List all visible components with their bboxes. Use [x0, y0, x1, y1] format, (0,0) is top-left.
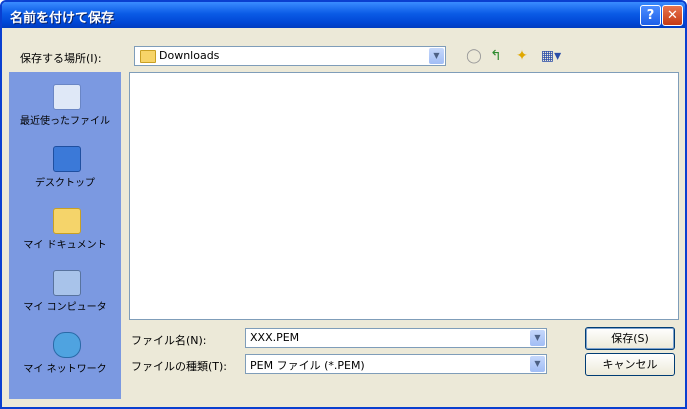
place-my-documents[interactable]: マイ ドキュメント — [9, 204, 121, 264]
up-folder-icon[interactable]: ↰ — [486, 46, 506, 66]
title-bar[interactable]: 名前を付けて保存 ? ✕ — [2, 2, 685, 28]
my-computer-icon — [53, 270, 81, 296]
help-button[interactable]: ? — [640, 5, 661, 26]
my-network-icon — [53, 332, 81, 358]
desktop-icon — [53, 146, 81, 172]
chevron-down-icon[interactable]: ▼ — [429, 48, 444, 64]
back-icon[interactable]: ◯ — [464, 46, 484, 66]
file-type-label: ファイルの種類(T): — [131, 360, 228, 373]
file-type-value: PEM ファイル (*.PEM) — [250, 359, 365, 372]
place-my-network[interactable]: マイ ネットワーク — [9, 328, 121, 388]
close-button[interactable]: ✕ — [662, 5, 683, 26]
place-label: マイ ドキュメント — [23, 240, 107, 251]
save-in-dropdown[interactable]: Downloads ▼ — [134, 46, 446, 66]
place-recent[interactable]: 最近使ったファイル — [9, 80, 121, 140]
save-as-dialog: 名前を付けて保存 ? ✕ 保存する場所(I): Downloads ▼ ◯ ↰ … — [0, 0, 687, 409]
place-label: デスクトップ — [35, 178, 95, 189]
file-type-dropdown[interactable]: PEM ファイル (*.PEM) ▼ — [245, 354, 547, 374]
place-label: 最近使ったファイル — [20, 116, 110, 127]
file-name-value: XXX.PEM — [250, 331, 300, 344]
window-title: 名前を付けて保存 — [10, 11, 115, 26]
new-folder-icon[interactable]: ✦ — [512, 46, 532, 66]
chevron-down-icon[interactable]: ▼ — [530, 356, 545, 372]
folder-icon — [140, 50, 156, 63]
file-list[interactable] — [129, 72, 679, 320]
file-name-label: ファイル名(N): — [131, 334, 207, 347]
save-button[interactable]: 保存(S) — [585, 327, 675, 350]
save-in-value: Downloads — [159, 49, 220, 62]
place-my-computer[interactable]: マイ コンピュータ — [9, 266, 121, 326]
places-bar: 最近使ったファイル デスクトップ マイ ドキュメント マイ コンピュータ マイ … — [9, 72, 121, 399]
chevron-down-icon[interactable]: ▼ — [530, 330, 545, 346]
cancel-button[interactable]: キャンセル — [585, 353, 675, 376]
views-menu-icon[interactable]: ▦▾ — [538, 46, 564, 66]
save-in-label: 保存する場所(I): — [20, 52, 102, 65]
place-label: マイ コンピュータ — [23, 302, 107, 313]
place-label: マイ ネットワーク — [23, 364, 107, 375]
my-documents-icon — [53, 208, 81, 234]
recent-icon — [53, 84, 81, 110]
place-desktop[interactable]: デスクトップ — [9, 142, 121, 202]
file-name-field[interactable]: XXX.PEM ▼ — [245, 328, 547, 348]
